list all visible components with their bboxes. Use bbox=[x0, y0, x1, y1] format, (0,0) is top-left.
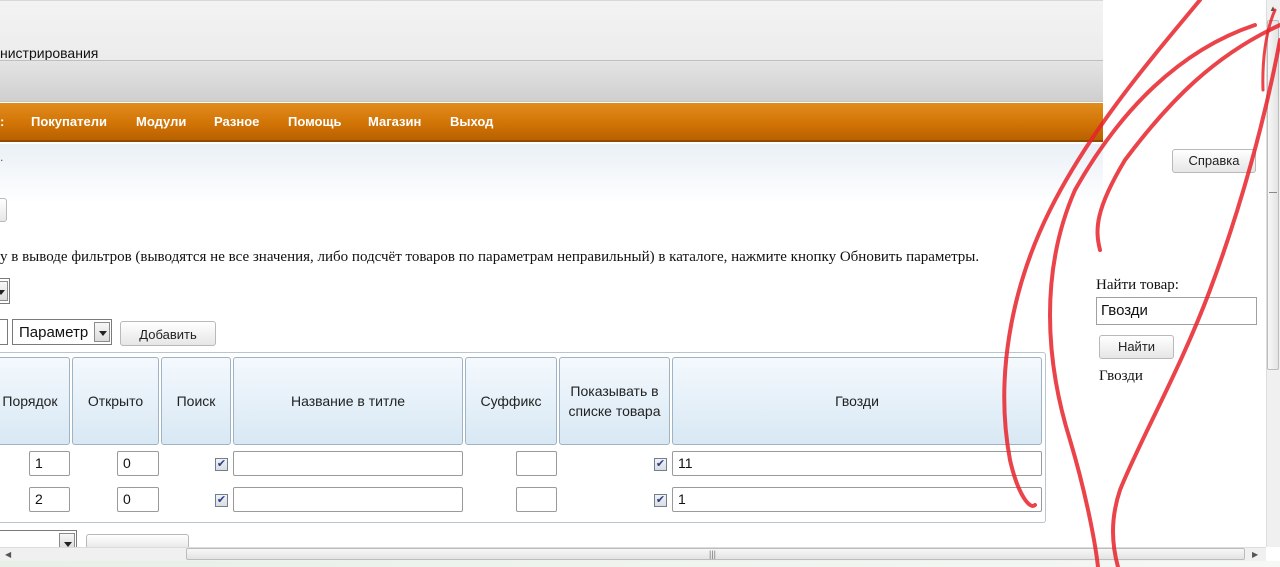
order-input[interactable]: 1 bbox=[29, 451, 70, 476]
nav-item-help[interactable]: Помощь bbox=[288, 114, 341, 129]
checkbox-checked-icon: ✔ bbox=[216, 494, 227, 506]
add-button[interactable]: Добавить bbox=[120, 321, 216, 346]
nav-item-modules[interactable]: Модули bbox=[136, 114, 186, 129]
title-name-input[interactable] bbox=[233, 487, 463, 512]
product-search-input[interactable]: Гвозди bbox=[1096, 297, 1257, 325]
chevron-down-icon bbox=[94, 322, 110, 342]
show-in-list-checkbox[interactable]: ✔ bbox=[654, 458, 667, 471]
main-nav: : Покупатели Модули Разное Помощь Магази… bbox=[0, 103, 1103, 142]
scroll-right-icon[interactable]: ▶ bbox=[1252, 550, 1258, 559]
nav-fragment: : bbox=[0, 114, 5, 129]
right-column bbox=[1103, 0, 1266, 546]
col-header-order: Порядок bbox=[0, 357, 70, 445]
col-header-title-name: Название в титле bbox=[233, 357, 463, 445]
col-header-value: Гвозди bbox=[672, 357, 1042, 445]
suffix-input[interactable] bbox=[516, 487, 557, 512]
scroll-up-icon[interactable]: ▲ bbox=[1269, 4, 1277, 13]
value-input[interactable]: 11 bbox=[672, 451, 1042, 476]
col-header-open: Открыто bbox=[72, 357, 159, 445]
col-header-suffix: Суффикс bbox=[465, 357, 557, 445]
help-button[interactable]: Справка bbox=[1172, 149, 1256, 173]
header-band bbox=[0, 60, 1103, 102]
scroll-grip-icon: ||| bbox=[709, 549, 717, 559]
breadcrumb-fragment: . bbox=[0, 150, 4, 164]
status-strip bbox=[0, 561, 1280, 567]
search-checkbox[interactable]: ✔ bbox=[215, 458, 228, 471]
param-select[interactable]: Параметр bbox=[12, 319, 112, 345]
find-product-label: Найти товар: bbox=[1096, 277, 1179, 293]
partial-button[interactable] bbox=[0, 198, 7, 222]
value-input[interactable]: 1 bbox=[672, 487, 1042, 512]
nav-item-exit[interactable]: Выход bbox=[450, 114, 493, 129]
search-checkbox[interactable]: ✔ bbox=[215, 494, 228, 507]
find-button[interactable]: Найти bbox=[1099, 335, 1174, 359]
scroll-grip-icon bbox=[1269, 192, 1277, 193]
open-input[interactable]: 0 bbox=[117, 487, 159, 512]
param-select-value: Параметр bbox=[19, 324, 89, 341]
scroll-left-icon[interactable]: ◀ bbox=[5, 550, 11, 559]
admin-title: нистрирования bbox=[0, 45, 99, 61]
checkbox-checked-icon: ✔ bbox=[216, 458, 227, 470]
partial-select[interactable] bbox=[0, 278, 10, 304]
show-in-list-checkbox[interactable]: ✔ bbox=[654, 494, 667, 507]
col-header-show-in-list: Показывать в списке товара bbox=[559, 357, 670, 445]
open-input[interactable]: 0 bbox=[117, 451, 159, 476]
title-name-input[interactable] bbox=[233, 451, 463, 476]
partial-select-2[interactable] bbox=[0, 319, 8, 345]
vertical-scroll-thumb[interactable] bbox=[1267, 20, 1279, 370]
nav-item-shop[interactable]: Магазин bbox=[368, 114, 421, 129]
checkbox-checked-icon: ✔ bbox=[655, 494, 666, 506]
nav-item-customers[interactable]: Покупатели bbox=[31, 114, 107, 129]
order-input[interactable]: 2 bbox=[29, 487, 70, 512]
search-result[interactable]: Гвозди bbox=[1099, 368, 1143, 385]
header-top: нистрирования bbox=[0, 0, 1103, 61]
nav-item-misc[interactable]: Разное bbox=[214, 114, 259, 129]
col-header-search: Поиск bbox=[161, 357, 231, 445]
notice-text: у в выводе фильтров (выводятся не все зн… bbox=[0, 249, 980, 265]
suffix-input[interactable] bbox=[516, 451, 557, 476]
checkbox-checked-icon: ✔ bbox=[655, 458, 666, 470]
chevron-down-icon bbox=[0, 281, 8, 301]
